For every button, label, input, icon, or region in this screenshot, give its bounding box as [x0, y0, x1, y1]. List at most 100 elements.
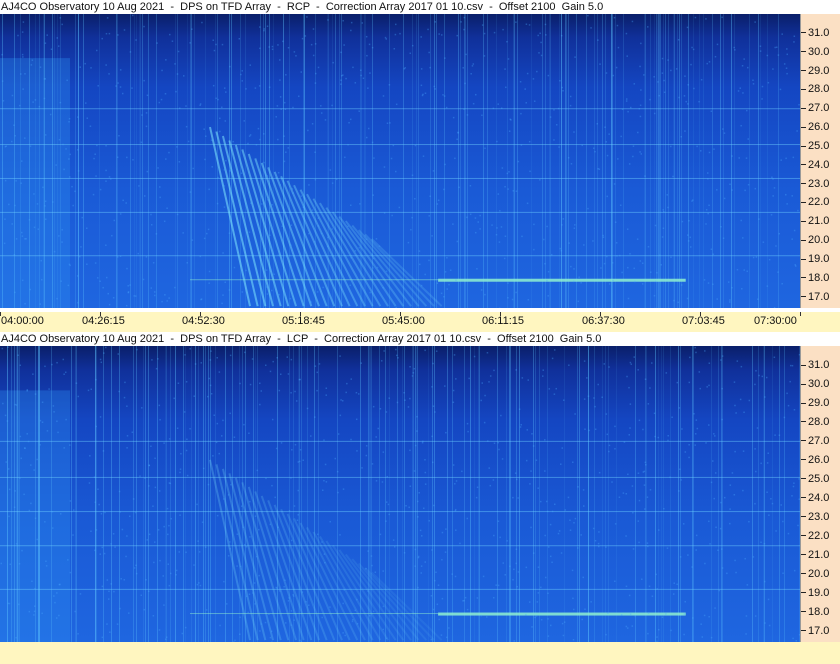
noise-speckle [587, 207, 589, 210]
interference-streak [412, 14, 413, 308]
noise-speckle [656, 588, 659, 590]
noise-speckle [176, 213, 179, 216]
noise-speckle [476, 597, 479, 599]
noise-speckle [323, 479, 325, 482]
noise-speckle [286, 255, 288, 258]
interference-streak [157, 346, 158, 642]
noise-speckle [270, 630, 273, 633]
interference-streak [76, 346, 77, 642]
noise-speckle [626, 228, 629, 230]
noise-speckle [225, 91, 227, 93]
noise-speckle [452, 401, 455, 404]
noise-speckle [340, 399, 342, 401]
interference-streak [611, 14, 612, 308]
noise-speckle [290, 392, 292, 394]
noise-speckle [314, 179, 317, 181]
noise-speckle [638, 107, 641, 110]
noise-speckle [299, 639, 301, 642]
noise-speckle [223, 498, 225, 500]
noise-speckle [111, 234, 113, 237]
noise-speckle [569, 104, 572, 107]
noise-speckle [551, 561, 553, 564]
noise-speckle [781, 282, 783, 285]
noise-speckle [608, 366, 610, 368]
y-tick-label: 27.0 [801, 435, 829, 447]
noise-speckle [570, 163, 573, 165]
noise-speckle [286, 356, 289, 358]
interference-streak [602, 14, 603, 308]
noise-speckle [105, 32, 108, 35]
noise-speckle [793, 41, 795, 43]
interference-streak [635, 346, 636, 642]
narrowband-line [438, 278, 686, 282]
noise-speckle [99, 280, 101, 283]
noise-speckle [287, 600, 290, 602]
noise-speckle [626, 375, 628, 378]
noise-speckle [722, 128, 724, 130]
noise-speckle [455, 529, 457, 531]
interference-streak [117, 14, 118, 308]
noise-speckle [440, 634, 443, 636]
y-tick-label: 20.0 [801, 568, 829, 580]
y-tick-label: 25.0 [801, 473, 829, 485]
noise-speckle [655, 573, 657, 576]
noise-speckle [564, 509, 567, 511]
noise-speckle [497, 520, 500, 523]
interference-streak [35, 346, 36, 642]
noise-speckle [382, 287, 384, 289]
noise-speckle [643, 74, 645, 76]
noise-speckle [223, 169, 226, 171]
noise-speckle [59, 17, 62, 19]
noise-speckle [22, 21, 25, 23]
noise-speckle [701, 636, 704, 638]
interference-streak [721, 346, 722, 642]
interference-streak [418, 14, 419, 308]
x-tick-label: 04:26:15 [82, 315, 125, 327]
noise-speckle [166, 207, 168, 210]
noise-speckle [263, 29, 265, 32]
noise-speckle [729, 484, 732, 486]
noise-speckle [437, 584, 440, 586]
noise-speckle [127, 285, 129, 287]
noise-speckle [768, 624, 771, 627]
noise-speckle [471, 65, 474, 67]
noise-speckle [573, 522, 575, 524]
noise-speckle [329, 169, 332, 171]
noise-speckle [790, 364, 792, 367]
noise-speckle [362, 77, 365, 80]
noise-speckle [206, 232, 208, 235]
noise-speckle [187, 140, 190, 143]
noise-speckle [586, 377, 588, 379]
noise-speckle [688, 219, 690, 222]
noise-speckle [46, 430, 49, 432]
noise-speckle [128, 515, 131, 518]
noise-speckle [562, 218, 565, 220]
noise-speckle [465, 53, 467, 56]
noise-speckle [625, 585, 628, 588]
noise-speckle [612, 279, 614, 282]
noise-speckle [175, 574, 177, 576]
noise-speckle [786, 72, 788, 75]
interference-streak [772, 346, 773, 642]
noise-speckle [734, 49, 736, 51]
noise-speckle [428, 215, 430, 217]
noise-speckle [375, 436, 377, 438]
noise-speckle [662, 209, 664, 211]
noise-speckle [638, 499, 641, 502]
noise-speckle [666, 194, 668, 196]
noise-speckle [797, 209, 799, 212]
noise-speckle [369, 72, 371, 74]
noise-speckle [714, 607, 716, 609]
noise-speckle [304, 35, 307, 37]
noise-speckle [614, 448, 616, 450]
noise-speckle [285, 151, 287, 153]
interference-streak [191, 14, 192, 308]
noise-speckle [661, 72, 664, 74]
noise-speckle [506, 172, 509, 175]
noise-speckle [606, 433, 609, 436]
noise-speckle [100, 361, 103, 364]
noise-speckle [498, 241, 501, 243]
noise-speckle [433, 504, 435, 507]
noise-speckle [20, 231, 23, 234]
noise-speckle [403, 391, 405, 394]
